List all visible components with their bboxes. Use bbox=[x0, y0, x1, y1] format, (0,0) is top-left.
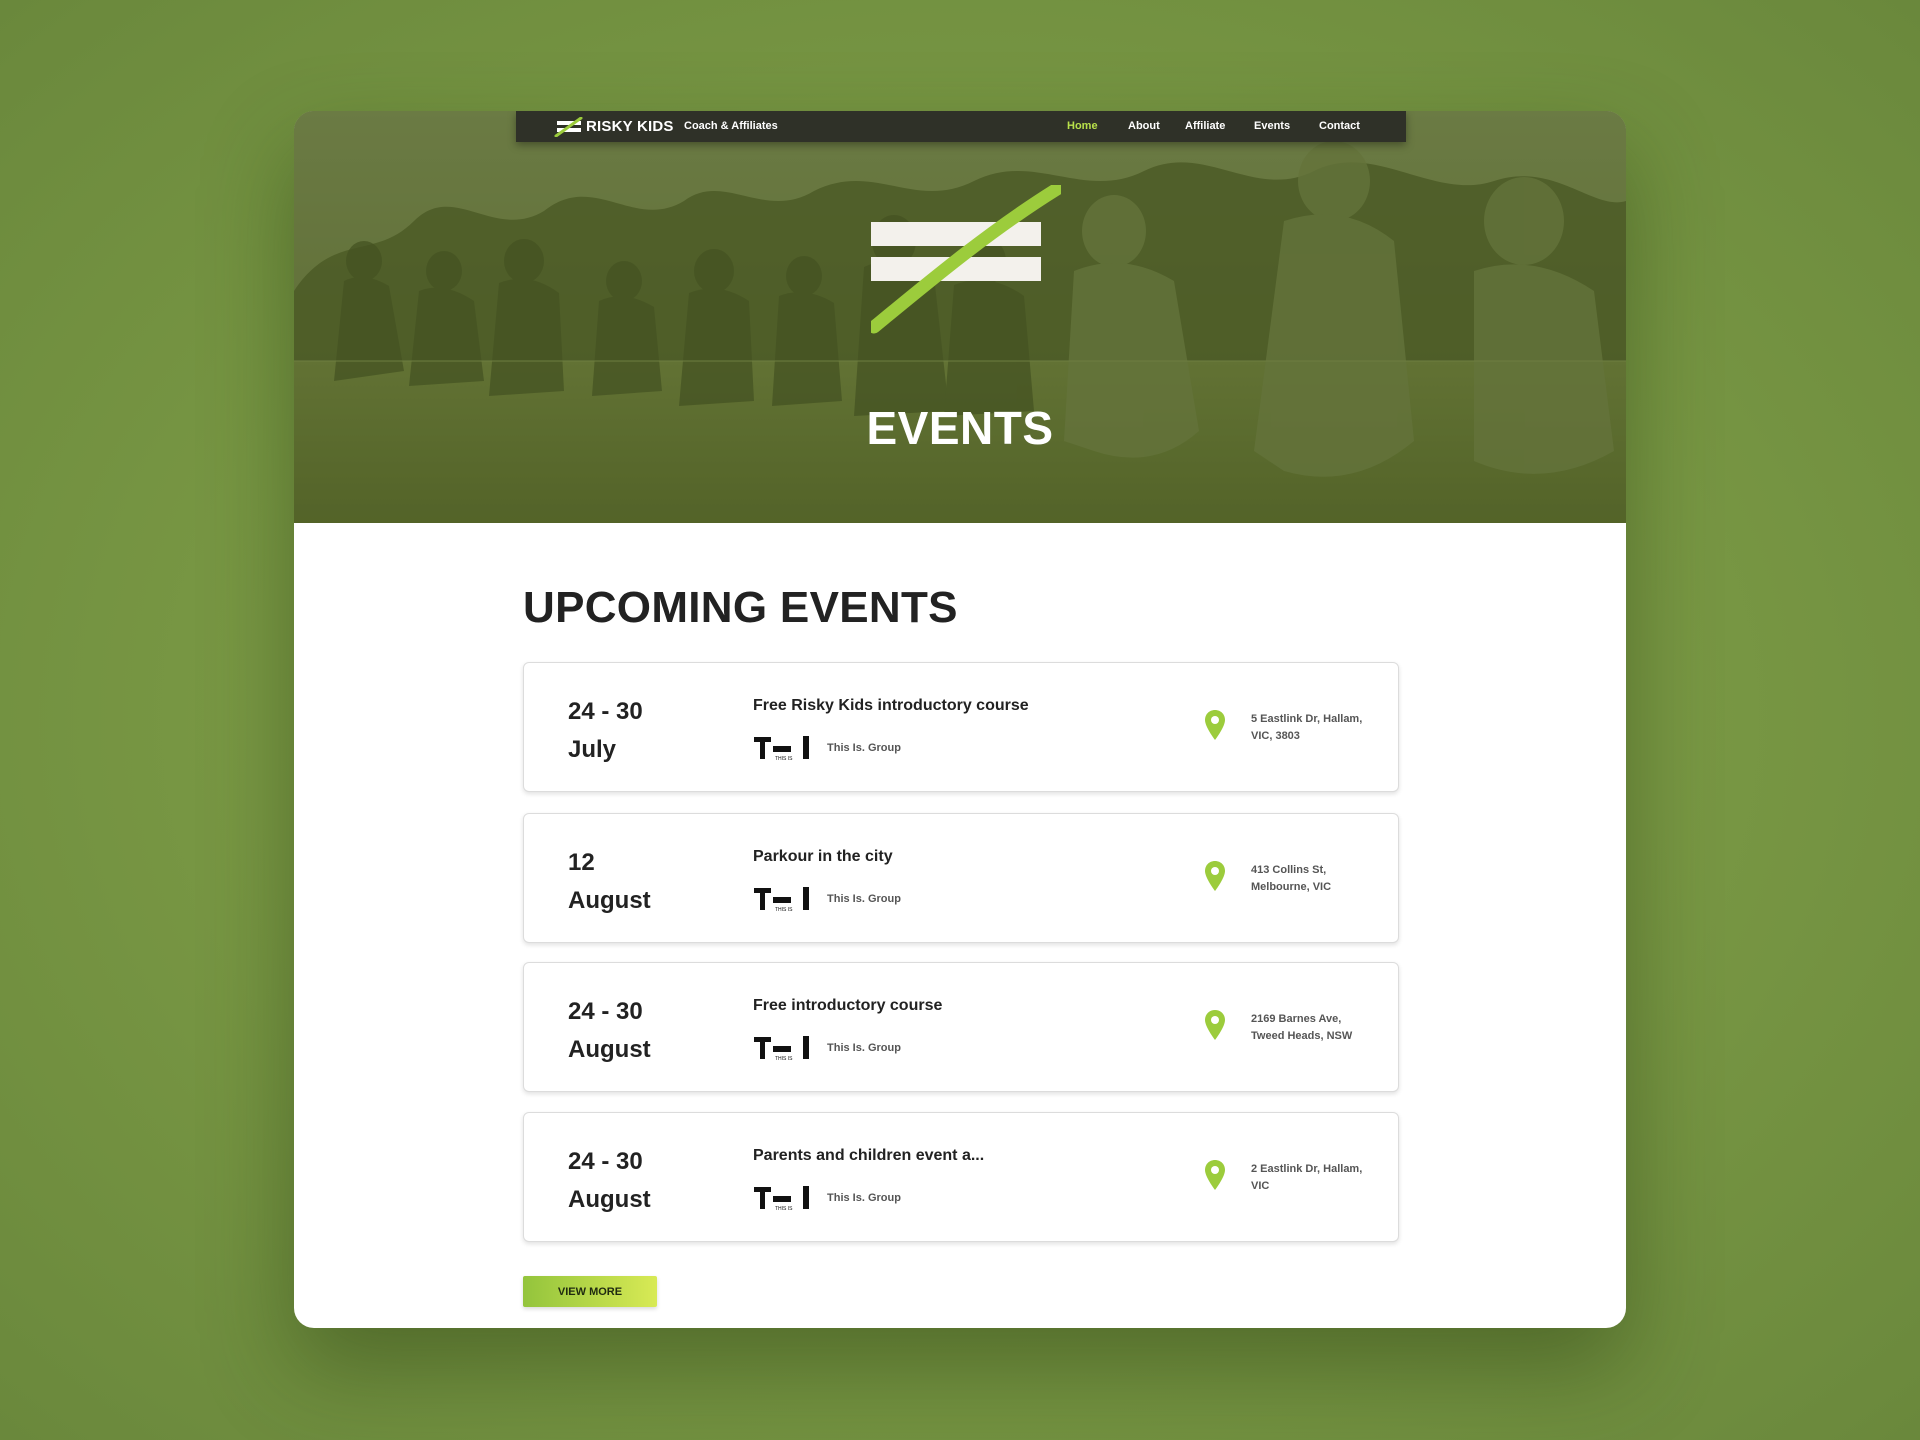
nav-affiliate[interactable]: Affiliate bbox=[1185, 120, 1225, 132]
event-address-line1: 2169 Barnes Ave, bbox=[1251, 1013, 1342, 1025]
browser-page: RISKY KIDS Coach & Affiliates Home About… bbox=[294, 111, 1626, 1328]
event-date: 24 - 30 July bbox=[568, 693, 643, 769]
event-date-range: 24 - 30 bbox=[568, 998, 643, 1025]
event-organizer: This Is. Group bbox=[827, 893, 901, 905]
event-address-line1: 5 Eastlink Dr, Hallam, bbox=[1251, 713, 1363, 725]
location-pin-icon bbox=[1205, 710, 1225, 740]
event-date: 12 August bbox=[568, 844, 651, 920]
nav-about[interactable]: About bbox=[1128, 120, 1160, 132]
event-date: 24 - 30 August bbox=[568, 1143, 651, 1219]
this-is-group-logo-icon: THIS IS bbox=[754, 887, 809, 912]
svg-text:THIS IS: THIS IS bbox=[775, 907, 793, 912]
event-address: 2 Eastlink Dr, Hallam, VIC bbox=[1251, 1161, 1381, 1195]
event-card[interactable]: 24 - 30 August Free introductory course … bbox=[523, 962, 1399, 1092]
this-is-group-logo-icon: THIS IS bbox=[754, 1186, 809, 1211]
event-title[interactable]: Parkour in the city bbox=[753, 848, 893, 866]
event-address: 413 Collins St, Melbourne, VIC bbox=[1251, 862, 1381, 896]
nav-contact[interactable]: Contact bbox=[1319, 120, 1360, 132]
event-address-line1: 2 Eastlink Dr, Hallam, bbox=[1251, 1163, 1363, 1175]
brand-subtitle: Coach & Affiliates bbox=[684, 120, 778, 132]
hero-logo-mark-icon bbox=[871, 185, 1061, 334]
view-more-button[interactable]: VIEW MORE bbox=[523, 1276, 657, 1307]
event-card[interactable]: 24 - 30 July Free Risky Kids introductor… bbox=[523, 662, 1399, 792]
event-address-line1: 413 Collins St, bbox=[1251, 864, 1327, 876]
event-date-month: August bbox=[568, 1186, 651, 1213]
svg-text:THIS IS: THIS IS bbox=[775, 1056, 793, 1061]
event-title[interactable]: Parents and children event a... bbox=[753, 1147, 984, 1165]
event-organizer: This Is. Group bbox=[827, 1192, 901, 1204]
svg-text:THIS IS: THIS IS bbox=[775, 1206, 793, 1211]
event-date-range: 24 - 30 bbox=[568, 698, 643, 725]
hero-banner: RISKY KIDS Coach & Affiliates Home About… bbox=[294, 111, 1626, 523]
this-is-group-logo-icon: THIS IS bbox=[754, 736, 809, 761]
event-address-line2: Melbourne, VIC bbox=[1251, 881, 1332, 893]
event-date-range: 12 bbox=[568, 849, 595, 876]
event-title[interactable]: Free Risky Kids introductory course bbox=[753, 697, 1029, 715]
event-date-range: 24 - 30 bbox=[568, 1148, 643, 1175]
nav-home[interactable]: Home bbox=[1067, 120, 1098, 132]
event-organizer: This Is. Group bbox=[827, 1042, 901, 1054]
event-date-month: July bbox=[568, 736, 617, 763]
risky-kids-logo-icon[interactable] bbox=[554, 117, 584, 137]
top-navbar: RISKY KIDS Coach & Affiliates Home About… bbox=[516, 111, 1406, 142]
event-address-line2: VIC bbox=[1251, 1180, 1270, 1192]
event-date-month: August bbox=[568, 1036, 651, 1063]
event-organizer: This Is. Group bbox=[827, 742, 901, 754]
event-date-month: August bbox=[568, 887, 651, 914]
event-address-line2: VIC, 3803 bbox=[1251, 730, 1300, 742]
location-pin-icon bbox=[1205, 1010, 1225, 1040]
location-pin-icon bbox=[1205, 1160, 1225, 1190]
event-address-line2: Tweed Heads, NSW bbox=[1251, 1030, 1353, 1042]
event-address: 2169 Barnes Ave, Tweed Heads, NSW bbox=[1251, 1011, 1381, 1045]
event-address: 5 Eastlink Dr, Hallam, VIC, 3803 bbox=[1251, 711, 1381, 745]
event-date: 24 - 30 August bbox=[568, 993, 651, 1069]
svg-text:THIS IS: THIS IS bbox=[775, 756, 793, 761]
upcoming-events-heading: UPCOMING EVENTS bbox=[523, 583, 958, 632]
location-pin-icon bbox=[1205, 861, 1225, 891]
event-card[interactable]: 12 August Parkour in the city THIS IS Th… bbox=[523, 813, 1399, 943]
event-title[interactable]: Free introductory course bbox=[753, 997, 942, 1015]
hero-title: EVENTS bbox=[866, 402, 1054, 454]
nav-events[interactable]: Events bbox=[1254, 120, 1290, 132]
this-is-group-logo-icon: THIS IS bbox=[754, 1036, 809, 1061]
event-card[interactable]: 24 - 30 August Parents and children even… bbox=[523, 1112, 1399, 1242]
brand-name[interactable]: RISKY KIDS bbox=[586, 118, 674, 135]
